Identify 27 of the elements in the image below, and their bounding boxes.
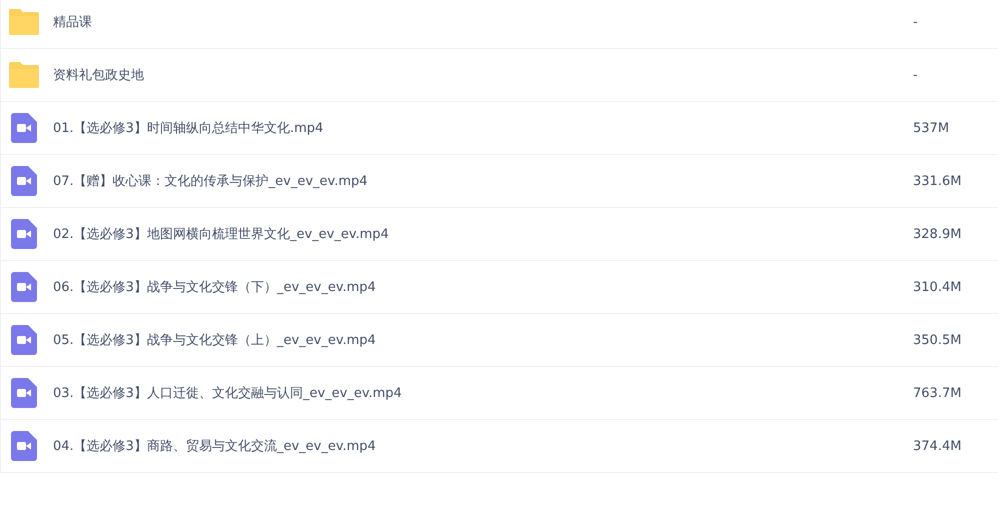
- video-file-icon: [11, 219, 37, 249]
- file-size: 350.5M: [913, 332, 962, 348]
- video-file-icon: [11, 378, 37, 408]
- file-size: 331.6M: [913, 174, 962, 188]
- video-file-icon: [11, 272, 37, 302]
- folder-name[interactable]: 精品课: [53, 13, 913, 31]
- video-file-icon: [11, 113, 37, 143]
- video-file-icon: [11, 431, 37, 461]
- file-name[interactable]: 07.【赠】收心课：文化的传承与保护_ev_ev_ev.mp4: [53, 172, 913, 190]
- file-size: -: [913, 14, 919, 30]
- video-file-icon: [11, 325, 37, 355]
- folder-name[interactable]: 资料礼包政史地: [53, 66, 913, 84]
- file-name[interactable]: 02.【选必修3】地图网横向梳理世界文化_ev_ev_ev.mp4: [53, 225, 913, 243]
- file-name[interactable]: 03.【选必修3】人口迁徙、文化交融与认同_ev_ev_ev.mp4: [53, 384, 913, 402]
- file-size: 374.4M: [913, 438, 962, 454]
- file-size: 537M: [913, 120, 950, 136]
- file-size: 328.9M: [913, 226, 962, 242]
- folder-icon: [9, 9, 39, 35]
- file-name[interactable]: 06.【选必修3】战争与文化交锋（下）_ev_ev_ev.mp4: [53, 278, 913, 296]
- file-size: -: [913, 68, 919, 82]
- file-name[interactable]: 01.【选必修3】时间轴纵向总结中华文化.mp4: [53, 119, 913, 137]
- folder-icon: [9, 62, 39, 88]
- file-size: 763.7M: [913, 386, 962, 400]
- file-size: 310.4M: [913, 280, 962, 294]
- file-name[interactable]: 05.【选必修3】战争与文化交锋（上）_ev_ev_ev.mp4: [53, 331, 913, 349]
- video-file-icon: [11, 166, 37, 196]
- file-name[interactable]: 04.【选必修3】商路、贸易与文化交流_ev_ev_ev.mp4: [53, 437, 913, 455]
